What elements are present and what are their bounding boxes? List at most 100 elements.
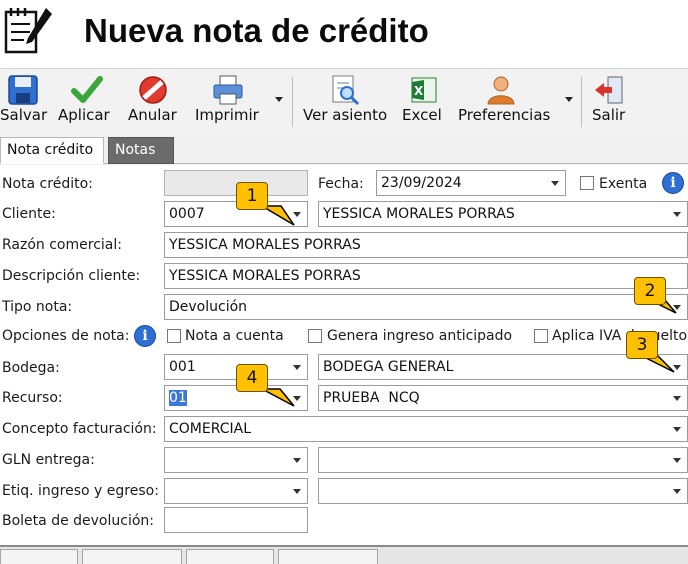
etiq-ingreso-egreso-label: Etiq. ingreso y egreso: <box>2 483 159 499</box>
page-title: Nueva nota de crédito <box>84 12 429 49</box>
nota-credito-label: Nota crédito: <box>2 176 93 192</box>
gln-entrega-name-combo[interactable] <box>318 447 688 473</box>
gln-entrega-label: GLN entrega: <box>2 452 95 468</box>
genera-ingreso-checkbox[interactable] <box>308 329 322 343</box>
chevron-down-icon[interactable] <box>673 489 681 494</box>
tab-strip: Nota crédito Notas <box>0 134 688 164</box>
recurso-code-value: 01 <box>169 390 187 406</box>
checkmark-icon <box>71 76 103 103</box>
chevron-down-icon[interactable] <box>551 181 559 186</box>
razon-comercial-label: Razón comercial: <box>2 237 122 253</box>
bottom-tab[interactable] <box>278 549 378 564</box>
opciones-nota-label: Opciones de nota: <box>2 328 130 344</box>
genera-ingreso-label: Genera ingreso anticipado <box>327 328 513 344</box>
print-button[interactable]: Imprimir <box>193 69 265 133</box>
cliente-label: Cliente: <box>2 206 56 222</box>
recurso-name-value: PRUEBA NCQ <box>323 390 420 406</box>
tab-notas[interactable]: Notas <box>108 137 174 164</box>
chevron-down-icon[interactable] <box>673 212 681 217</box>
etiq-name-combo[interactable] <box>318 478 688 504</box>
notepad-pen-icon <box>4 8 52 54</box>
apply-label: Aplicar <box>58 106 110 124</box>
status-strip <box>0 545 688 564</box>
exit-door-icon <box>595 76 623 104</box>
etiq-code-combo[interactable] <box>164 478 308 504</box>
aplica-iva-label: Aplica IVA devuelto <box>552 328 688 344</box>
bodega-code-value: 001 <box>169 359 196 375</box>
document-magnifier-icon <box>332 75 360 106</box>
fecha-label: Fecha: <box>318 176 364 192</box>
cliente-name-value: YESSICA MORALES PORRAS <box>323 206 515 222</box>
recurso-label: Recurso: <box>2 390 63 406</box>
excel-label: Excel <box>402 106 442 124</box>
tab-nota-credito[interactable]: Nota crédito <box>0 137 104 164</box>
preferences-dropdown-icon[interactable] <box>565 97 573 102</box>
bodega-name-value: BODEGA GENERAL <box>323 359 454 375</box>
credit-note-form: Nota crédito: Fecha: 23/09/2024 Exenta i… <box>0 165 688 545</box>
descripcion-cliente-field[interactable]: YESSICA MORALES PORRAS <box>164 263 688 289</box>
exenta-checkbox[interactable] <box>580 176 594 190</box>
concepto-facturacion-value: COMERCIAL <box>169 421 252 437</box>
chevron-down-icon[interactable] <box>293 396 301 401</box>
cliente-name-combo[interactable]: YESSICA MORALES PORRAS <box>318 201 688 227</box>
boleta-devolucion-field[interactable] <box>164 507 308 533</box>
floppy-disk-icon <box>8 75 38 105</box>
callout-3: 3 <box>626 331 658 359</box>
cliente-code-value: 0007 <box>169 206 205 222</box>
chevron-down-icon[interactable] <box>673 305 681 310</box>
exit-button[interactable]: Salir <box>590 69 632 133</box>
tipo-nota-combo[interactable]: Devolución <box>164 294 688 320</box>
boleta-devolucion-label: Boleta de devolución: <box>2 513 154 529</box>
excel-icon: X <box>411 77 437 103</box>
concepto-facturacion-combo[interactable]: COMERCIAL <box>164 416 688 442</box>
info-icon[interactable]: i <box>662 172 684 194</box>
svg-text:X: X <box>414 84 424 98</box>
toolbar-separator <box>292 77 293 127</box>
preferences-label: Preferencias <box>458 106 551 124</box>
nota-a-cuenta-checkbox[interactable] <box>167 329 181 343</box>
descripcion-cliente-label: Descripción cliente: <box>2 268 141 284</box>
prohibited-icon <box>139 76 167 104</box>
chevron-down-icon[interactable] <box>293 212 301 217</box>
print-dropdown-icon[interactable] <box>275 97 283 102</box>
title-bar: Nueva nota de crédito <box>0 0 688 68</box>
chevron-down-icon[interactable] <box>293 489 301 494</box>
save-button[interactable]: Salvar <box>0 69 48 133</box>
exenta-label: Exenta <box>599 176 648 192</box>
gln-entrega-code-combo[interactable] <box>164 447 308 473</box>
chevron-down-icon[interactable] <box>673 427 681 432</box>
info-icon[interactable]: i <box>134 325 156 347</box>
exit-label: Salir <box>592 106 626 124</box>
cancel-label: Anular <box>128 106 177 124</box>
view-entry-button[interactable]: Ver asiento <box>302 69 388 133</box>
bottom-tab[interactable] <box>0 549 78 564</box>
bottom-tab[interactable] <box>82 549 182 564</box>
chevron-down-icon[interactable] <box>673 365 681 370</box>
aplica-iva-checkbox[interactable] <box>534 329 548 343</box>
printer-icon <box>213 75 243 105</box>
chevron-down-icon[interactable] <box>673 458 681 463</box>
excel-button[interactable]: X Excel <box>400 69 446 133</box>
bottom-tab[interactable] <box>186 549 274 564</box>
chevron-down-icon[interactable] <box>293 458 301 463</box>
nota-a-cuenta-label: Nota a cuenta <box>185 328 284 344</box>
chevron-down-icon[interactable] <box>673 396 681 401</box>
fecha-value: 23/09/2024 <box>381 175 462 191</box>
razon-comercial-field[interactable]: YESSICA MORALES PORRAS <box>164 232 688 258</box>
recurso-name-combo[interactable]: PRUEBA NCQ <box>318 385 688 411</box>
concepto-facturacion-label: Concepto facturación: <box>2 421 157 437</box>
callout-2: 2 <box>634 277 666 305</box>
chevron-down-icon[interactable] <box>293 365 301 370</box>
toolbar: Salvar Aplicar Anular Imprimir Ver asien… <box>0 68 688 134</box>
fecha-date-picker[interactable]: 23/09/2024 <box>376 170 566 196</box>
tipo-nota-label: Tipo nota: <box>2 299 73 315</box>
bodega-label: Bodega: <box>2 360 60 376</box>
callout-4: 4 <box>236 364 268 392</box>
user-icon <box>487 76 515 105</box>
preferences-button[interactable]: Preferencias <box>456 69 556 133</box>
cancel-button[interactable]: Anular <box>126 69 182 133</box>
callout-1: 1 <box>236 182 268 210</box>
tipo-nota-value: Devolución <box>169 299 248 315</box>
apply-button[interactable]: Aplicar <box>56 69 118 133</box>
toolbar-separator <box>581 77 582 127</box>
